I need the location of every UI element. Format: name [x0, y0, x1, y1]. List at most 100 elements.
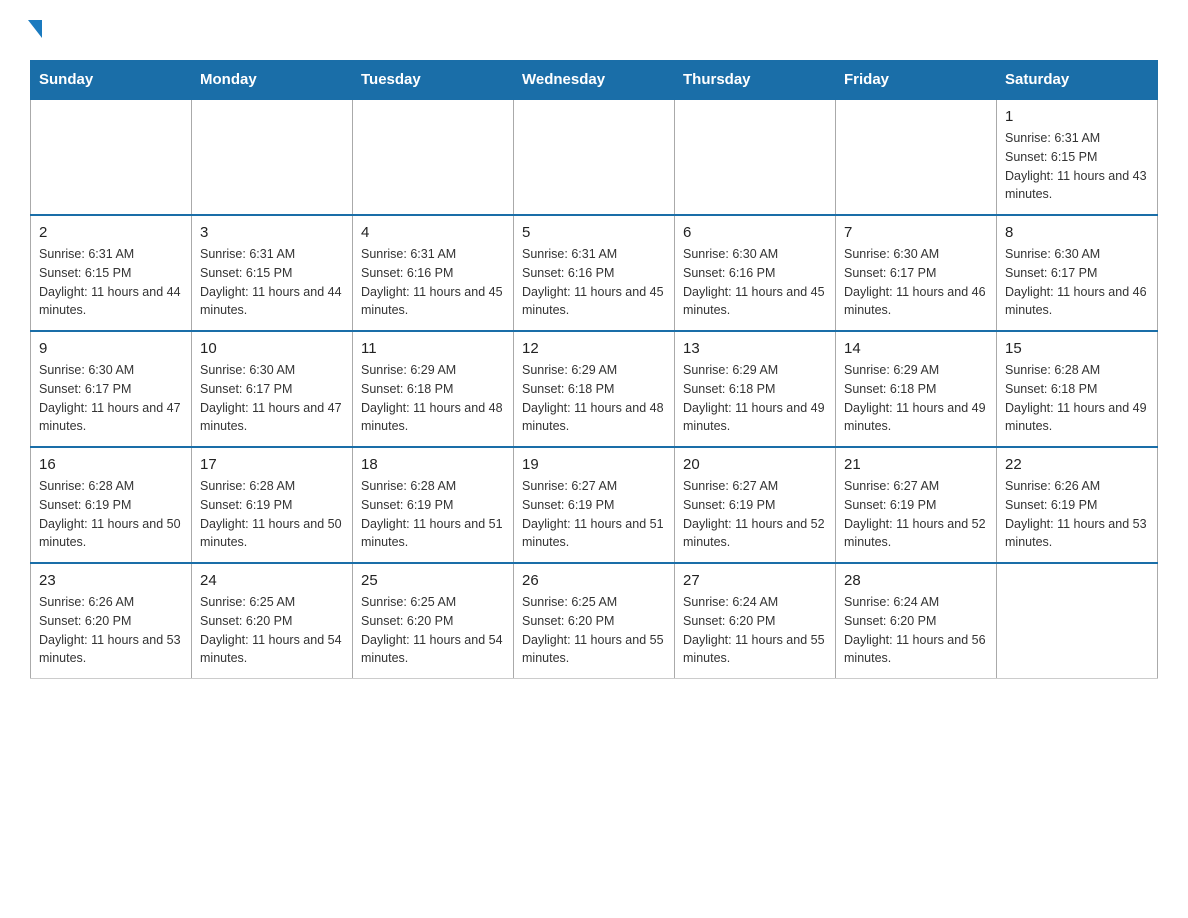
day-info: Sunrise: 6:28 AM Sunset: 6:19 PM Dayligh…	[200, 477, 344, 552]
weekday-header-wednesday: Wednesday	[514, 61, 675, 100]
day-number: 25	[361, 572, 505, 589]
day-info: Sunrise: 6:30 AM Sunset: 6:16 PM Dayligh…	[683, 245, 827, 320]
day-info: Sunrise: 6:28 AM Sunset: 6:19 PM Dayligh…	[39, 477, 183, 552]
page-header	[30, 20, 1158, 40]
day-number: 22	[1005, 456, 1149, 473]
calendar-cell	[31, 99, 192, 215]
calendar-cell: 25 Sunrise: 6:25 AM Sunset: 6:20 PM Dayli…	[353, 563, 514, 679]
weekday-header-row: SundayMondayTuesdayWednesdayThursdayFrid…	[31, 61, 1158, 100]
day-number: 26	[522, 572, 666, 589]
day-info: Sunrise: 6:29 AM Sunset: 6:18 PM Dayligh…	[844, 361, 988, 436]
calendar-cell: 13 Sunrise: 6:29 AM Sunset: 6:18 PM Dayli…	[675, 331, 836, 447]
day-number: 9	[39, 340, 183, 357]
calendar-cell: 24 Sunrise: 6:25 AM Sunset: 6:20 PM Dayli…	[192, 563, 353, 679]
week-row-3: 9 Sunrise: 6:30 AM Sunset: 6:17 PM Daylig…	[31, 331, 1158, 447]
day-info: Sunrise: 6:25 AM Sunset: 6:20 PM Dayligh…	[522, 593, 666, 668]
calendar-cell: 19 Sunrise: 6:27 AM Sunset: 6:19 PM Dayli…	[514, 447, 675, 563]
weekday-header-thursday: Thursday	[675, 61, 836, 100]
day-number: 11	[361, 340, 505, 357]
day-info: Sunrise: 6:25 AM Sunset: 6:20 PM Dayligh…	[200, 593, 344, 668]
day-number: 8	[1005, 224, 1149, 241]
day-number: 17	[200, 456, 344, 473]
day-number: 15	[1005, 340, 1149, 357]
day-info: Sunrise: 6:31 AM Sunset: 6:16 PM Dayligh…	[522, 245, 666, 320]
day-number: 19	[522, 456, 666, 473]
day-number: 24	[200, 572, 344, 589]
calendar-cell: 27Sunrise: 6:24 AM Sunset: 6:20 PM Dayli…	[675, 563, 836, 679]
weekday-header-saturday: Saturday	[997, 61, 1158, 100]
calendar-cell: 26 Sunrise: 6:25 AM Sunset: 6:20 PM Dayli…	[514, 563, 675, 679]
calendar-cell	[514, 99, 675, 215]
day-info: Sunrise: 6:30 AM Sunset: 6:17 PM Dayligh…	[844, 245, 988, 320]
calendar-cell: 4 Sunrise: 6:31 AM Sunset: 6:16 PM Daylig…	[353, 215, 514, 331]
day-number: 1	[1005, 108, 1149, 125]
calendar-cell: 14 Sunrise: 6:29 AM Sunset: 6:18 PM Dayli…	[836, 331, 997, 447]
week-row-5: 23 Sunrise: 6:26 AM Sunset: 6:20 PM Dayli…	[31, 563, 1158, 679]
calendar-cell: 28 Sunrise: 6:24 AM Sunset: 6:20 PM Dayli…	[836, 563, 997, 679]
day-number: 5	[522, 224, 666, 241]
day-number: 16	[39, 456, 183, 473]
day-info: Sunrise: 6:31 AM Sunset: 6:15 PM Dayligh…	[200, 245, 344, 320]
weekday-header-tuesday: Tuesday	[353, 61, 514, 100]
day-number: 28	[844, 572, 988, 589]
day-number: 18	[361, 456, 505, 473]
calendar-cell	[675, 99, 836, 215]
day-info: Sunrise: 6:27 AM Sunset: 6:19 PM Dayligh…	[522, 477, 666, 552]
day-info: Sunrise: 6:24 AM Sunset: 6:20 PM Dayligh…	[844, 593, 988, 668]
day-info: Sunrise: 6:29 AM Sunset: 6:18 PM Dayligh…	[683, 361, 827, 436]
calendar-cell: 6 Sunrise: 6:30 AM Sunset: 6:16 PM Daylig…	[675, 215, 836, 331]
day-number: 20	[683, 456, 827, 473]
weekday-header-friday: Friday	[836, 61, 997, 100]
calendar-cell: 10 Sunrise: 6:30 AM Sunset: 6:17 PM Dayli…	[192, 331, 353, 447]
calendar-cell: 23 Sunrise: 6:26 AM Sunset: 6:20 PM Dayli…	[31, 563, 192, 679]
day-number: 14	[844, 340, 988, 357]
day-info: Sunrise: 6:24 AM Sunset: 6:20 PM Dayligh…	[683, 593, 827, 668]
day-number: 12	[522, 340, 666, 357]
day-number: 6	[683, 224, 827, 241]
logo-triangle-icon	[28, 20, 42, 38]
day-number: 2	[39, 224, 183, 241]
day-number: 10	[200, 340, 344, 357]
day-info: Sunrise: 6:25 AM Sunset: 6:20 PM Dayligh…	[361, 593, 505, 668]
day-number: 13	[683, 340, 827, 357]
day-number: 3	[200, 224, 344, 241]
weekday-header-monday: Monday	[192, 61, 353, 100]
calendar-cell: 3 Sunrise: 6:31 AM Sunset: 6:15 PM Daylig…	[192, 215, 353, 331]
week-row-4: 16 Sunrise: 6:28 AM Sunset: 6:19 PM Dayli…	[31, 447, 1158, 563]
calendar-cell: 7 Sunrise: 6:30 AM Sunset: 6:17 PM Daylig…	[836, 215, 997, 331]
calendar-cell: 21 Sunrise: 6:27 AM Sunset: 6:19 PM Dayli…	[836, 447, 997, 563]
day-info: Sunrise: 6:29 AM Sunset: 6:18 PM Dayligh…	[522, 361, 666, 436]
logo	[30, 20, 42, 40]
day-info: Sunrise: 6:28 AM Sunset: 6:18 PM Dayligh…	[1005, 361, 1149, 436]
calendar-cell: 22 Sunrise: 6:26 AM Sunset: 6:19 PM Dayli…	[997, 447, 1158, 563]
calendar-cell: 9Sunrise: 6:30 AM Sunset: 6:17 PM Daylig…	[31, 331, 192, 447]
calendar-cell: 15 Sunrise: 6:28 AM Sunset: 6:18 PM Dayli…	[997, 331, 1158, 447]
day-info: Sunrise: 6:30 AM Sunset: 6:17 PM Dayligh…	[200, 361, 344, 436]
day-info: Sunrise: 6:30 AM Sunset: 6:17 PM Dayligh…	[1005, 245, 1149, 320]
day-info: Sunrise: 6:31 AM Sunset: 6:15 PM Dayligh…	[1005, 129, 1149, 204]
day-number: 23	[39, 572, 183, 589]
calendar-cell: 12 Sunrise: 6:29 AM Sunset: 6:18 PM Dayli…	[514, 331, 675, 447]
day-info: Sunrise: 6:26 AM Sunset: 6:20 PM Dayligh…	[39, 593, 183, 668]
calendar-cell: 18 Sunrise: 6:28 AM Sunset: 6:19 PM Dayli…	[353, 447, 514, 563]
calendar-cell: 17 Sunrise: 6:28 AM Sunset: 6:19 PM Dayli…	[192, 447, 353, 563]
day-info: Sunrise: 6:31 AM Sunset: 6:16 PM Dayligh…	[361, 245, 505, 320]
weekday-header-sunday: Sunday	[31, 61, 192, 100]
calendar-cell: 8 Sunrise: 6:30 AM Sunset: 6:17 PM Daylig…	[997, 215, 1158, 331]
day-info: Sunrise: 6:28 AM Sunset: 6:19 PM Dayligh…	[361, 477, 505, 552]
day-info: Sunrise: 6:27 AM Sunset: 6:19 PM Dayligh…	[844, 477, 988, 552]
calendar-cell: 11 Sunrise: 6:29 AM Sunset: 6:18 PM Dayli…	[353, 331, 514, 447]
week-row-1: 1 Sunrise: 6:31 AM Sunset: 6:15 PM Daylig…	[31, 99, 1158, 215]
day-info: Sunrise: 6:26 AM Sunset: 6:19 PM Dayligh…	[1005, 477, 1149, 552]
calendar-table: SundayMondayTuesdayWednesdayThursdayFrid…	[30, 60, 1158, 679]
calendar-cell: 20Sunrise: 6:27 AM Sunset: 6:19 PM Dayli…	[675, 447, 836, 563]
day-number: 7	[844, 224, 988, 241]
day-number: 21	[844, 456, 988, 473]
calendar-cell	[836, 99, 997, 215]
calendar-cell: 1 Sunrise: 6:31 AM Sunset: 6:15 PM Daylig…	[997, 99, 1158, 215]
week-row-2: 2 Sunrise: 6:31 AM Sunset: 6:15 PM Daylig…	[31, 215, 1158, 331]
calendar-cell: 16 Sunrise: 6:28 AM Sunset: 6:19 PM Dayli…	[31, 447, 192, 563]
day-info: Sunrise: 6:29 AM Sunset: 6:18 PM Dayligh…	[361, 361, 505, 436]
calendar-cell	[353, 99, 514, 215]
day-number: 4	[361, 224, 505, 241]
